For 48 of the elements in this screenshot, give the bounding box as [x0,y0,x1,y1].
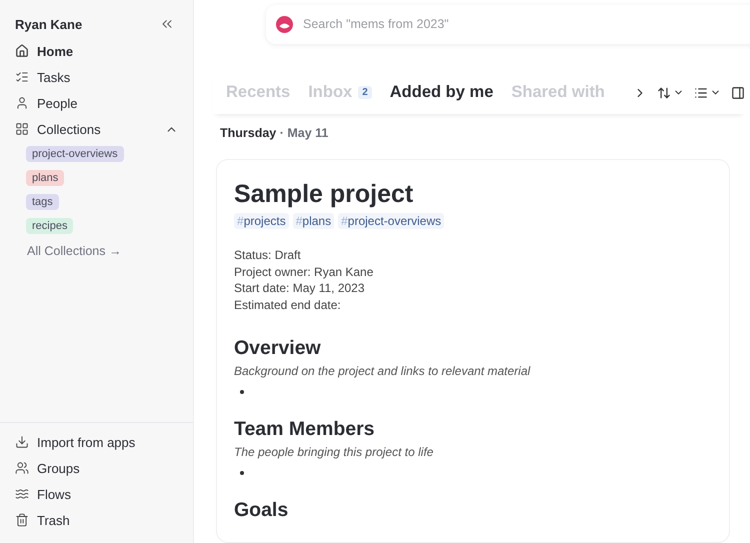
date-heading: Thursday · May 11 [220,126,330,140]
home-icon [15,44,29,58]
checklist-icon [15,70,29,84]
count-badge: 2 [358,86,372,100]
all-collections-link[interactable]: All Collections → [27,244,193,258]
sort-icon [657,86,671,100]
section-heading: Team Members [234,418,376,441]
bullet-point [240,471,244,475]
collections-item[interactable]: Collections [0,116,193,142]
tab[interactable]: Added by me [390,83,494,102]
people-icon [15,461,29,475]
view-button[interactable] [694,86,721,100]
panel-icon [731,86,745,100]
panel-toggle-button[interactable] [731,86,745,100]
hashtag[interactable]: #plans [292,213,334,229]
collection-tag[interactable]: plans [26,170,64,186]
field-line: Estimated end date: [234,296,342,313]
person-icon [15,96,29,110]
hashtag[interactable]: #project-overviews [338,213,444,229]
mem-title: Sample project [234,180,414,209]
nav-item[interactable]: Tasks [0,64,193,90]
nav-item[interactable]: Import from apps [0,429,193,455]
field-line: Project owner: Ryan Kane [234,264,374,280]
list-icon [694,86,708,100]
collection-tag[interactable]: tags [26,194,59,210]
trash-icon [15,513,29,527]
nav-item[interactable]: Flows [0,481,193,507]
sort-button[interactable] [657,86,684,100]
nav-item[interactable]: People [0,90,193,116]
collection-tag[interactable]: project-overviews [26,146,124,162]
grid-icon [15,122,29,136]
collection-tag[interactable]: recipes [26,218,74,234]
user-name: Ryan Kane [15,16,82,32]
hashtag[interactable]: #projects [234,213,289,229]
waves-icon [15,487,29,501]
logo-icon [276,16,293,33]
section-description: The people bringing this project to life [234,445,434,459]
section-heading: Overview [234,337,322,360]
nav-item[interactable]: Trash [0,507,193,533]
field-line: Start date: May 11, 2023 [234,280,366,296]
nav-item[interactable]: Groups [0,455,193,481]
collections-label: Collections [37,122,102,136]
bullet-point [240,390,244,394]
section-description: Background on the project and links to relevant material [234,364,532,378]
nav-item[interactable]: Home [0,38,193,64]
download-icon [15,435,29,449]
field-line: Status: Draft [234,247,302,264]
section-heading: Goals [234,499,290,522]
